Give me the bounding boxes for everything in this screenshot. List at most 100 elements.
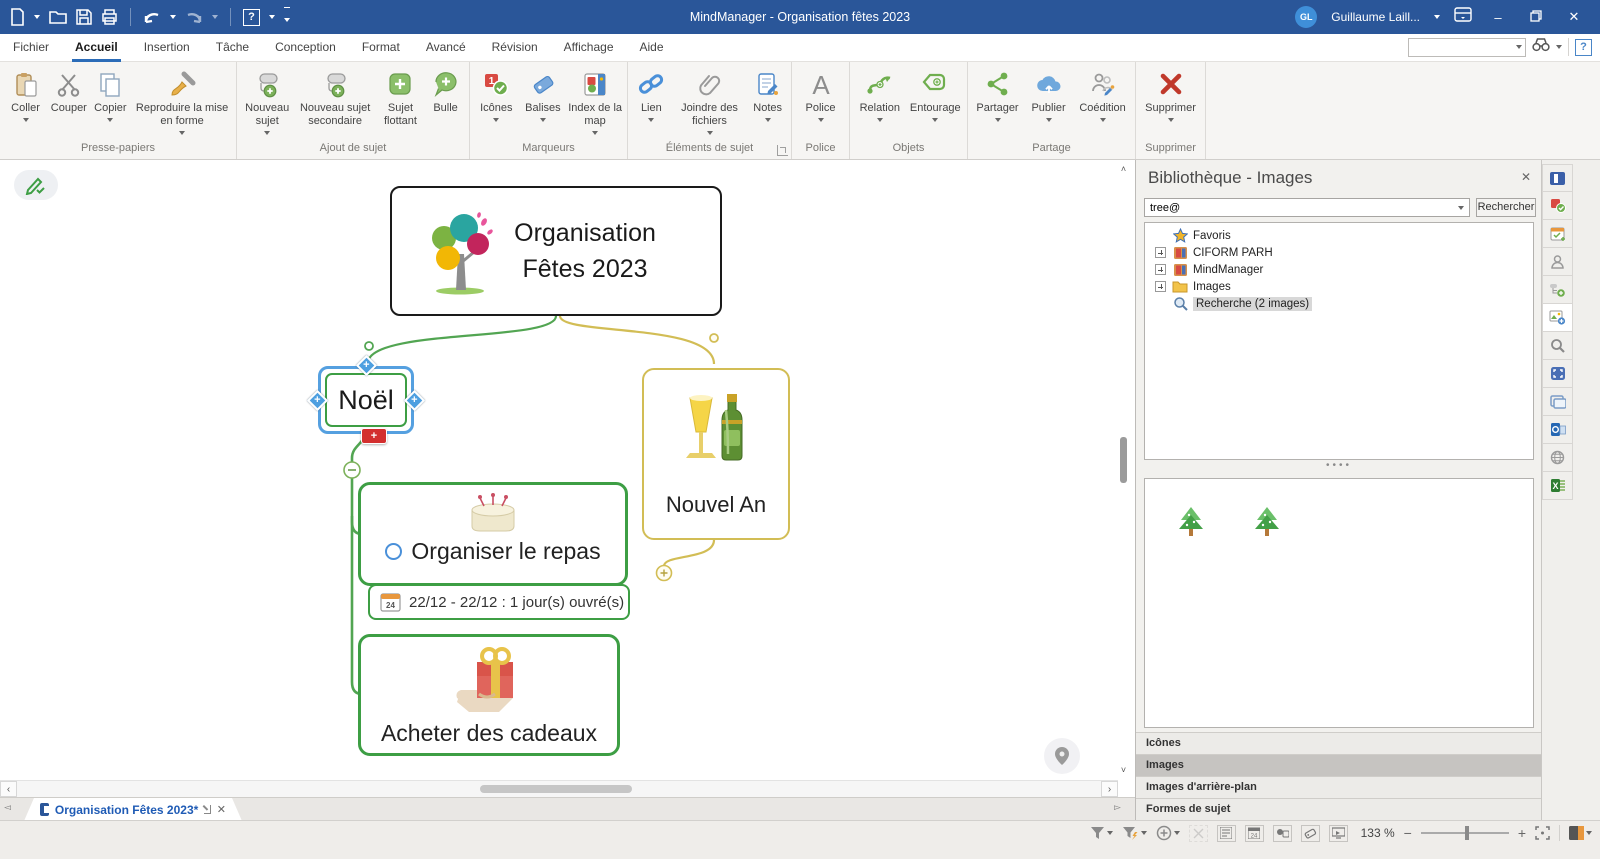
- help-icon[interactable]: ?: [243, 9, 260, 26]
- coediting-button[interactable]: Coédition: [1074, 67, 1131, 122]
- tab-accueil[interactable]: Accueil: [62, 34, 131, 62]
- undo-icon[interactable]: [143, 9, 161, 25]
- library-search-button[interactable]: Rechercher: [1476, 198, 1536, 217]
- map-index-button[interactable]: Index de la map: [567, 67, 623, 135]
- new-topic-button[interactable]: Nouveau sujet: [241, 67, 293, 135]
- horizontal-scrollbar[interactable]: ‹ ›: [0, 780, 1118, 797]
- redo-icon[interactable]: [185, 9, 203, 25]
- font-button[interactable]: A Police: [796, 67, 845, 122]
- vertical-scrollbar[interactable]: ˄ ˅: [1116, 162, 1131, 778]
- schedule-view-toggle[interactable]: 24: [1245, 825, 1264, 842]
- edit-mode-indicator[interactable]: [14, 170, 58, 200]
- panel-layout-button[interactable]: [1569, 826, 1592, 840]
- new-subtopic-button[interactable]: Nouveau sujet secondaire: [295, 67, 374, 128]
- tab-close-icon[interactable]: ✕: [217, 803, 226, 816]
- images-pane-tab[interactable]: [1542, 304, 1573, 332]
- scroll-right-icon[interactable]: ›: [1101, 781, 1118, 797]
- tab-scroll-left-icon[interactable]: ◅: [4, 802, 11, 813]
- section-images-arriere-plan[interactable]: Images d'arrière-plan: [1136, 776, 1542, 798]
- save-icon[interactable]: [76, 9, 92, 25]
- web-pane-tab[interactable]: [1542, 444, 1573, 472]
- subtopic-organiser-le-repas[interactable]: Organiser le repas: [358, 482, 628, 586]
- tab-affichage[interactable]: Affichage: [551, 34, 627, 62]
- fit-map-button[interactable]: [1535, 826, 1550, 840]
- floating-topic-button[interactable]: Sujet flottant: [377, 67, 424, 128]
- icons-marker-button[interactable]: 1 Icônes: [474, 67, 519, 122]
- filter-button[interactable]: [1090, 826, 1113, 840]
- panel-splitter[interactable]: ••••: [1136, 460, 1542, 471]
- tree-item-ciform-parh[interactable]: CIFORM PARH: [1145, 244, 1533, 261]
- map-canvas[interactable]: Organisation Fêtes 2023 Noël + + + +: [0, 160, 1133, 797]
- zoom-slider-thumb[interactable]: [1465, 826, 1469, 840]
- task-info-pane-tab[interactable]: [1542, 220, 1573, 248]
- expand-icon[interactable]: [1155, 281, 1166, 292]
- zoom-out-button[interactable]: −: [1404, 825, 1412, 841]
- vertical-scroll-thumb[interactable]: [1120, 437, 1127, 483]
- section-images[interactable]: Images: [1136, 754, 1542, 776]
- expand-icon[interactable]: [1155, 247, 1166, 258]
- user-menu-chevron-icon[interactable]: [1434, 15, 1440, 19]
- tab-popout-icon[interactable]: [204, 805, 210, 814]
- ribbon-display-options-icon[interactable]: [1454, 7, 1472, 27]
- section-icones[interactable]: Icônes: [1136, 732, 1542, 754]
- tab-tache[interactable]: Tâche: [203, 34, 262, 62]
- tree-item-favoris[interactable]: Favoris: [1145, 227, 1533, 244]
- boundary-button[interactable]: Entourage: [908, 67, 963, 122]
- resources-pane-tab[interactable]: [1542, 248, 1573, 276]
- power-filter-button[interactable]: [1122, 826, 1147, 840]
- tab-format[interactable]: Format: [349, 34, 413, 62]
- help-button[interactable]: ?: [1575, 39, 1592, 56]
- undo-chevron-icon[interactable]: [170, 15, 176, 19]
- link-button[interactable]: Lien: [632, 67, 671, 122]
- result-tree-image-1[interactable]: [1175, 505, 1207, 727]
- format-painter-button[interactable]: Reproduire la mise en forme: [132, 67, 232, 135]
- search-dropdown-chevron-icon[interactable]: [1516, 45, 1522, 49]
- scroll-down-icon[interactable]: ˅: [1116, 763, 1131, 778]
- tree-item-mindmanager[interactable]: MindManager: [1145, 261, 1533, 278]
- close-button[interactable]: ✕: [1562, 9, 1586, 25]
- help-chevron-icon[interactable]: [269, 15, 275, 19]
- snapshot-pane-tab[interactable]: [1542, 360, 1573, 388]
- tab-aide[interactable]: Aide: [627, 34, 677, 62]
- task-progress-icon[interactable]: [385, 543, 402, 560]
- tab-avance[interactable]: Avancé: [413, 34, 479, 62]
- presentation-view-toggle[interactable]: [1329, 825, 1348, 842]
- minimize-button[interactable]: –: [1486, 10, 1510, 25]
- scroll-up-icon[interactable]: ˄: [1116, 162, 1131, 177]
- horizontal-scroll-thumb[interactable]: [480, 785, 632, 793]
- paste-button[interactable]: Coller: [4, 67, 47, 122]
- callout-button[interactable]: Bulle: [426, 67, 465, 115]
- redo-chevron-icon[interactable]: [212, 15, 218, 19]
- binoculars-chevron-icon[interactable]: [1556, 45, 1562, 49]
- section-formes-de-sujet[interactable]: Formes de sujet: [1136, 798, 1542, 820]
- zoom-slider[interactable]: [1421, 832, 1509, 834]
- open-icon[interactable]: [49, 9, 67, 25]
- attach-files-button[interactable]: Joindre des fichiers: [673, 67, 747, 135]
- outlook-pane-tab[interactable]: [1542, 416, 1573, 444]
- markers-pane-tab[interactable]: [1542, 192, 1573, 220]
- ribbon-search-input[interactable]: [1408, 38, 1526, 57]
- tab-insertion[interactable]: Insertion: [131, 34, 203, 62]
- excel-pane-tab[interactable]: X: [1542, 472, 1573, 500]
- tab-fichier[interactable]: Fichier: [0, 34, 62, 62]
- tags-view-toggle[interactable]: [1301, 825, 1320, 842]
- tree-item-recherche[interactable]: Recherche (2 images): [1145, 295, 1533, 312]
- search-pane-tab[interactable]: [1542, 332, 1573, 360]
- library-search-input[interactable]: [1144, 198, 1470, 217]
- icons-view-toggle[interactable]: [1273, 825, 1292, 842]
- map-parts-pane-tab[interactable]: [1542, 276, 1573, 304]
- new-document-icon[interactable]: [10, 8, 25, 26]
- central-topic[interactable]: Organisation Fêtes 2023: [390, 186, 722, 316]
- browser-pane-tab[interactable]: [1542, 388, 1573, 416]
- publish-button[interactable]: Publier: [1025, 67, 1072, 122]
- repas-task-info[interactable]: 24 22/12 - 22/12 : 1 jour(s) ouvré(s): [368, 584, 630, 620]
- outline-view-toggle[interactable]: [1217, 825, 1236, 842]
- document-tab[interactable]: Organisation Fêtes 2023* ✕: [24, 798, 242, 821]
- add-subtopic-button[interactable]: +: [361, 428, 387, 444]
- library-search-chevron-icon[interactable]: [1458, 206, 1464, 210]
- clear-filter-toggle[interactable]: [1189, 825, 1208, 842]
- subtopic-acheter-des-cadeaux[interactable]: Acheter des cadeaux: [358, 634, 620, 756]
- tab-revision[interactable]: Révision: [479, 34, 551, 62]
- tags-button[interactable]: Balises: [521, 67, 566, 122]
- relationship-button[interactable]: Relation: [854, 67, 906, 122]
